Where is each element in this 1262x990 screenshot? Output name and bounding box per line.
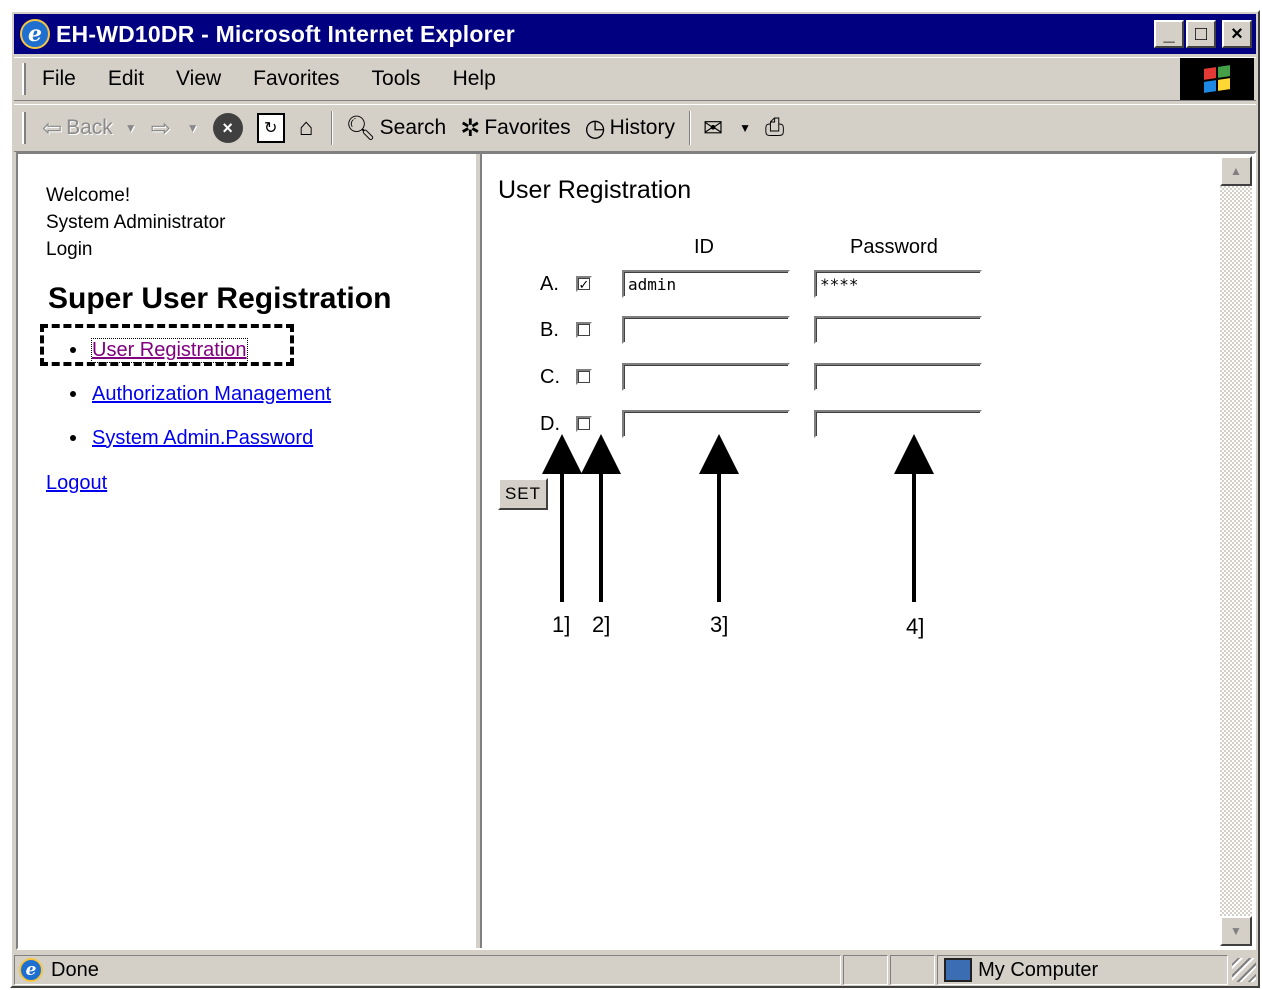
status-progress-cell — [842, 955, 888, 985]
callout-2: 2] — [592, 612, 611, 637]
close-button[interactable]: × — [1222, 20, 1252, 48]
refresh-icon: ↻ — [256, 113, 285, 143]
my-computer-icon — [944, 958, 973, 982]
favorites-button[interactable]: ✲ Favorites — [460, 114, 570, 143]
logout-link[interactable]: Logout — [46, 472, 107, 495]
search-icon: 🔍︎ — [345, 114, 376, 142]
nav-item-user-registration: User Registration — [44, 328, 331, 372]
page-icon: e — [19, 958, 43, 982]
greeting-login: Login — [46, 239, 93, 260]
favorites-label: Favorites — [484, 116, 571, 139]
history-label: History — [609, 116, 675, 139]
maximize-button[interactable]: □ — [1186, 20, 1216, 48]
toolbar-separator — [331, 111, 334, 145]
mail-button[interactable]: ✉ ▼ — [703, 114, 751, 143]
search-label: Search — [379, 116, 447, 139]
history-icon: ◷ — [584, 114, 606, 142]
bullet — [70, 391, 76, 397]
windows-logo-throbber — [1180, 58, 1254, 100]
content-area: Welcome! System Administrator Login Supe… — [16, 152, 1256, 950]
print-button[interactable]: ⎙ — [765, 114, 788, 142]
stop-icon: × — [212, 113, 243, 143]
bullet — [70, 347, 76, 353]
forward-button[interactable]: ⇨ ▼ — [151, 114, 199, 143]
toolbar-separator-2 — [688, 111, 691, 145]
main-frame: User Registration ID Password A. ✓ admin… — [484, 156, 1224, 946]
standard-toolbar: ⇦ Back ▼ ⇨ ▼ × ↻ ⌂ 🔍︎ Search ✲ Favorites… — [14, 104, 1256, 152]
back-button[interactable]: ⇦ Back ▼ — [42, 114, 137, 143]
minimize-button[interactable]: _ — [1154, 20, 1184, 48]
toolbar-grip — [22, 112, 26, 144]
title-bar: e EH-WD10DR - Microsoft Internet Explore… — [14, 14, 1256, 54]
window-title: EH-WD10DR - Microsoft Internet Explorer — [56, 20, 515, 47]
forward-dropdown-icon[interactable]: ▼ — [187, 121, 199, 135]
status-zone-cell: My Computer — [937, 955, 1229, 985]
mail-icon: ✉ — [702, 114, 724, 142]
history-button[interactable]: ◷ History — [585, 114, 675, 143]
mail-dropdown-icon[interactable]: ▼ — [739, 121, 751, 135]
greeting-text: Welcome! System Administrator Login — [46, 182, 226, 263]
nav-list: User Registration Authorization Manageme… — [44, 328, 331, 460]
menu-bar: File Edit View Favorites Tools Help — [14, 57, 1256, 101]
nav-item-authorization: Authorization Management — [44, 372, 331, 416]
callout-3: 3] — [710, 612, 729, 637]
status-security-cell — [889, 955, 936, 985]
forward-arrow-icon: ⇨ — [150, 114, 171, 142]
home-button[interactable]: ⌂ — [299, 114, 318, 142]
scroll-down-icon[interactable]: ▼ — [1220, 916, 1252, 946]
back-arrow-icon: ⇦ — [42, 114, 63, 142]
menu-favorites[interactable]: Favorites — [253, 67, 339, 91]
menu-help[interactable]: Help — [453, 67, 496, 91]
status-zone: My Computer — [978, 958, 1099, 981]
search-button[interactable]: 🔍︎ Search — [345, 114, 446, 143]
scroll-up-icon[interactable]: ▲ — [1220, 156, 1252, 186]
stop-button[interactable]: × — [212, 113, 243, 143]
menu-view[interactable]: View — [176, 67, 221, 91]
nav-item-admin-password: System Admin.Password — [44, 416, 331, 460]
status-text: Done — [51, 958, 99, 981]
bullet — [70, 435, 76, 441]
menu-file[interactable]: File — [42, 67, 76, 91]
print-icon: ⎙ — [764, 114, 785, 141]
callout-1: 1] — [552, 612, 571, 637]
vertical-scrollbar[interactable]: ▲ ▼ — [1220, 156, 1252, 946]
menu-edit[interactable]: Edit — [108, 67, 144, 91]
annotation-arrows — [542, 434, 934, 602]
authorization-management-link[interactable]: Authorization Management — [92, 383, 331, 406]
refresh-button[interactable]: ↻ — [256, 113, 285, 143]
user-registration-link[interactable]: User Registration — [91, 337, 248, 363]
ie-logo-icon: e — [20, 19, 50, 49]
menu-grip — [22, 63, 26, 95]
back-label: Back — [66, 116, 113, 139]
status-text-cell: e Done — [14, 955, 841, 985]
browser-window: e EH-WD10DR - Microsoft Internet Explore… — [10, 10, 1260, 988]
menu-tools[interactable]: Tools — [372, 67, 421, 91]
greeting-welcome: Welcome! — [46, 185, 131, 206]
home-icon: ⌂ — [298, 114, 314, 141]
frame-divider[interactable] — [474, 154, 482, 948]
nav-frame: Welcome! System Administrator Login Supe… — [20, 156, 472, 946]
back-dropdown-icon[interactable]: ▼ — [125, 121, 137, 135]
favorites-icon: ✲ — [460, 114, 481, 142]
windows-flag-icon — [1204, 65, 1230, 93]
greeting-role: System Administrator — [46, 212, 226, 233]
system-admin-password-link[interactable]: System Admin.Password — [92, 427, 313, 450]
callout-4: 4] — [906, 614, 925, 639]
section-title: Super User Registration — [48, 282, 392, 315]
resize-grip-icon[interactable] — [1232, 958, 1256, 982]
status-bar: e Done My Computer — [14, 954, 1256, 986]
